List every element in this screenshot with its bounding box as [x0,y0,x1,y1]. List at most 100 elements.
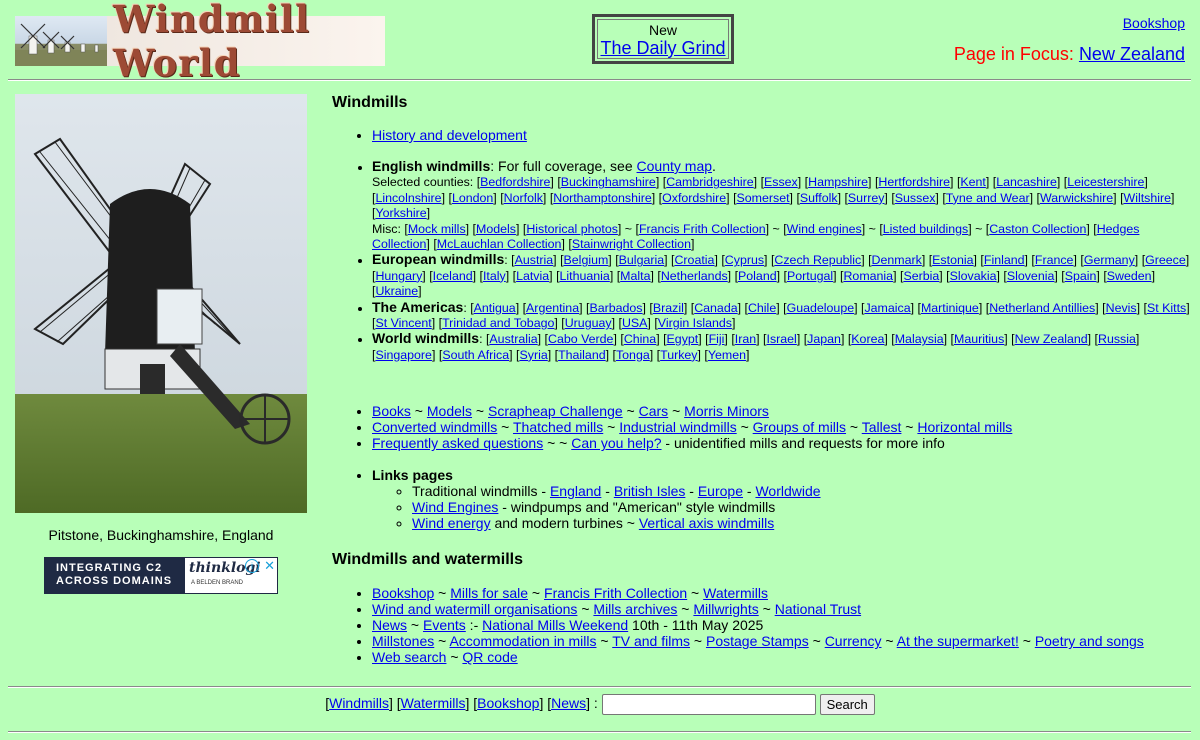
link-bookshop[interactable]: Bookshop [372,585,434,601]
link-accommodation-in-mills[interactable]: Accommodation in mills [449,633,596,649]
link-millstones[interactable]: Millstones [372,633,434,649]
link-slovenia[interactable]: Slovenia [1007,269,1055,283]
link-tyne-and-wear[interactable]: Tyne and Wear [946,191,1030,205]
link-wiltshire[interactable]: Wiltshire [1124,191,1172,205]
wind-engines-link[interactable]: Wind Engines [412,499,498,515]
link-turkey[interactable]: Turkey [660,348,697,362]
link-trinidad-and-tobago[interactable]: Trinidad and Tobago [442,316,554,330]
link-historical-photos[interactable]: Historical photos [526,222,618,236]
link-surrey[interactable]: Surrey [848,191,885,205]
link-francis-frith-collection[interactable]: Francis Frith Collection [544,585,687,601]
county-map-link[interactable]: County map [637,158,712,174]
link-thatched-mills[interactable]: Thatched mills [513,419,603,435]
link-yemen[interactable]: Yemen [708,348,746,362]
link-bedfordshire[interactable]: Bedfordshire [480,175,550,189]
faq-link[interactable]: Frequently asked questions [372,435,543,451]
link-belgium[interactable]: Belgium [564,253,609,267]
link-tallest[interactable]: Tallest [862,419,902,435]
link-converted-windmills[interactable]: Converted windmills [372,419,497,435]
link-norfolk[interactable]: Norfolk [504,191,543,205]
link-essex[interactable]: Essex [764,175,798,189]
link-iran[interactable]: Iran [735,332,756,346]
link-denmark[interactable]: Denmark [872,253,922,267]
link-cabo-verde[interactable]: Cabo Verde [548,332,613,346]
link-romania[interactable]: Romania [843,269,893,283]
link-finland[interactable]: Finland [984,253,1025,267]
link-wind-and-watermill-organisations[interactable]: Wind and watermill organisations [372,601,577,617]
events-link[interactable]: Events [423,617,466,633]
link-windmills[interactable]: Windmills [329,695,389,711]
link-buckinghamshire[interactable]: Buckinghamshire [561,175,656,189]
link-argentina[interactable]: Argentina [526,301,579,315]
link-england[interactable]: England [550,483,601,499]
page-in-focus-link[interactable]: New Zealand [1079,44,1185,64]
qr-code-link[interactable]: QR code [462,649,517,665]
link-martinique[interactable]: Martinique [921,301,979,315]
link-tonga[interactable]: Tonga [616,348,650,362]
link-london[interactable]: London [452,191,493,205]
link-portugal[interactable]: Portugal [787,269,833,283]
national-mills-weekend-link[interactable]: National Mills Weekend [482,617,628,633]
link-italy[interactable]: Italy [483,269,506,283]
link-cars[interactable]: Cars [639,403,669,419]
news-link[interactable]: News [372,617,407,633]
link-tv-and-films[interactable]: TV and films [612,633,690,649]
link-syria[interactable]: Syria [519,348,547,362]
ad-close-icon[interactable]: ✕ [264,558,275,574]
link-worldwide[interactable]: Worldwide [755,483,820,499]
link-israel[interactable]: Israel [767,332,797,346]
daily-grind-link[interactable]: The Daily Grind [600,38,725,58]
link-chile[interactable]: Chile [748,301,776,315]
link-korea[interactable]: Korea [851,332,884,346]
link-industrial-windmills[interactable]: Industrial windmills [619,419,736,435]
link-bookshop[interactable]: Bookshop [477,695,539,711]
link-listed-buildings[interactable]: Listed buildings [883,222,968,236]
link-serbia[interactable]: Serbia [903,269,939,283]
link-groups-of-mills[interactable]: Groups of mills [753,419,846,435]
link-somerset[interactable]: Somerset [737,191,790,205]
link-wind-engines[interactable]: Wind engines [787,222,862,236]
link-stainwright-collection[interactable]: Stainwright Collection [572,237,691,251]
link-antigua[interactable]: Antigua [474,301,516,315]
link-new-zealand[interactable]: New Zealand [1015,332,1088,346]
search-input[interactable] [601,694,816,715]
vertical-axis-link[interactable]: Vertical axis windmills [639,515,774,531]
link-at-the-supermarket[interactable]: At the supermarket! [897,633,1019,649]
link-russia[interactable]: Russia [1098,332,1136,346]
link-oxfordshire[interactable]: Oxfordshire [662,191,726,205]
search-button[interactable]: Search [819,694,875,715]
link-books[interactable]: Books [372,403,411,419]
link-models[interactable]: Models [427,403,472,419]
link-czech-republic[interactable]: Czech Republic [774,253,861,267]
link-watermills[interactable]: Watermills [703,585,768,601]
link-currency[interactable]: Currency [825,633,882,649]
link-nevis[interactable]: Nevis [1106,301,1137,315]
link-brazil[interactable]: Brazil [653,301,684,315]
link-south-africa[interactable]: South Africa [442,348,509,362]
link-malta[interactable]: Malta [620,269,650,283]
link-millwrights[interactable]: Millwrights [693,601,758,617]
link-thailand[interactable]: Thailand [558,348,606,362]
link-francis-frith-collection[interactable]: Francis Frith Collection [639,222,766,236]
ad-info-icon[interactable]: i [245,559,259,573]
link-st-vincent[interactable]: St Vincent [375,316,431,330]
link-postage-stamps[interactable]: Postage Stamps [706,633,809,649]
link-northamptonshire[interactable]: Northamptonshire [553,191,651,205]
advertisement-banner[interactable]: INTEGRATING C2 ACROSS DOMAINS thinklogi … [44,557,278,594]
link-slovakia[interactable]: Slovakia [950,269,997,283]
link-egypt[interactable]: Egypt [667,332,699,346]
link-poetry-and-songs[interactable]: Poetry and songs [1035,633,1144,649]
link-lancashire[interactable]: Lancashire [996,175,1057,189]
link-barbados[interactable]: Barbados [589,301,642,315]
can-you-help-link[interactable]: Can you help? [571,435,661,451]
link-lincolnshire[interactable]: Lincolnshire [375,191,441,205]
link-hertfordshire[interactable]: Hertfordshire [878,175,950,189]
link-fiji[interactable]: Fiji [709,332,725,346]
link-iceland[interactable]: Iceland [433,269,473,283]
link-warwickshire[interactable]: Warwickshire [1040,191,1113,205]
link-yorkshire[interactable]: Yorkshire [375,206,426,220]
link-estonia[interactable]: Estonia [932,253,973,267]
link-models[interactable]: Models [476,222,516,236]
link-ukraine[interactable]: Ukraine [375,284,418,298]
link-virgin-islands[interactable]: Virgin Islands [658,316,732,330]
